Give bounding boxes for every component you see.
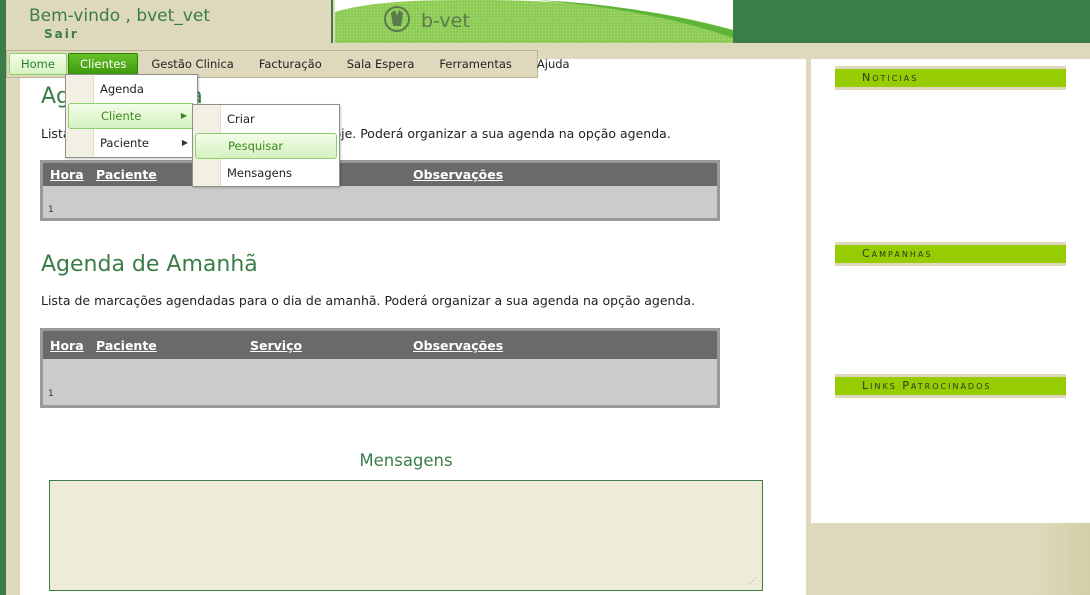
menu-item-cliente[interactable]: Cliente ▶ [68, 103, 195, 129]
sidebar-heading-noticias: Noticias [835, 66, 1066, 90]
sidebar-heading-label: Noticias [862, 71, 919, 84]
table-header-row: Hora Paciente Serviço Observações [43, 331, 717, 359]
nav-sala-espera[interactable]: Sala Espera [335, 53, 427, 75]
table-page-number[interactable]: 1 [48, 389, 54, 399]
menu-item-agenda[interactable]: Agenda [68, 76, 195, 102]
table-header-row: Hora Paciente Serviço Observações [43, 163, 717, 186]
column-header-paciente[interactable]: Paciente [96, 167, 157, 182]
header-right-band [733, 0, 1090, 43]
banner-graphic: b-vet [335, 0, 733, 43]
menu-item-label: Mensagens [227, 166, 292, 180]
menu-item-pesquisar[interactable]: Pesquisar [195, 133, 337, 159]
main-left-border [6, 59, 20, 595]
nav-clientes[interactable]: Clientes [67, 53, 139, 75]
submenu-arrow-icon: ▶ [180, 111, 187, 120]
nav-facturacao[interactable]: Facturação [247, 53, 334, 75]
clientes-dropdown-menu: Agenda Cliente ▶ Paciente ▶ [65, 74, 198, 158]
menu-item-label: Paciente [100, 136, 149, 150]
menu-item-label: Cliente [101, 109, 142, 123]
nav-gestao-clinica[interactable]: Gestão Clinica [139, 53, 246, 75]
sidebar [811, 59, 1090, 523]
sidebar-heading-label: Links Patrocinados [862, 379, 992, 392]
logo-text: b-vet [421, 10, 470, 32]
menu-item-mensagens[interactable]: Mensagens [195, 160, 337, 186]
nav-ajuda[interactable]: Ajuda [525, 53, 582, 75]
nav-home[interactable]: Home [9, 53, 67, 75]
column-header-hora[interactable]: Hora [50, 338, 84, 353]
messages-title: Mensagens [359, 451, 453, 470]
column-header-observacoes[interactable]: Observações [413, 338, 503, 353]
column-header-paciente[interactable]: Paciente [96, 338, 157, 353]
brand-banner: b-vet [335, 0, 733, 43]
column-header-hora[interactable]: Hora [50, 167, 84, 182]
tomorrow-agenda-title: Agenda de Amanhã [41, 252, 258, 277]
menu-item-label: Pesquisar [228, 139, 284, 153]
messages-textarea[interactable] [49, 480, 763, 591]
bottom-right-fill [806, 523, 1090, 595]
submenu-arrow-icon: ▶ [181, 138, 188, 147]
resize-grip-icon[interactable]: ⋰ [749, 577, 757, 585]
welcome-text: Bem-vindo , bvet_vet [29, 6, 210, 26]
nav-ferramentas[interactable]: Ferramentas [427, 53, 523, 75]
menu-item-label: Criar [227, 112, 255, 126]
column-header-servico[interactable]: Serviço [250, 338, 302, 353]
tomorrow-agenda-description: Lista de marcações agendadas para o dia … [41, 293, 696, 308]
today-agenda-table: Hora Paciente Serviço Observações 1 [40, 160, 720, 221]
menu-item-criar[interactable]: Criar [195, 106, 337, 132]
tomorrow-agenda-table: Hora Paciente Serviço Observações 1 [40, 328, 720, 408]
menu-item-label: Agenda [100, 82, 144, 96]
column-header-observacoes[interactable]: Observações [413, 167, 503, 182]
sidebar-heading-campanhas: Campanhas [835, 242, 1066, 266]
menu-item-paciente[interactable]: Paciente ▶ [68, 130, 195, 156]
header-welcome-area: Bem-vindo , bvet_vet Sair [6, 0, 333, 43]
cliente-submenu: Criar Pesquisar Mensagens [192, 104, 340, 187]
sidebar-heading-links-patrocinados: Links Patrocinados [835, 374, 1066, 398]
logout-link[interactable]: Sair [44, 27, 79, 41]
table-page-number[interactable]: 1 [48, 205, 54, 215]
sidebar-heading-label: Campanhas [862, 247, 933, 260]
